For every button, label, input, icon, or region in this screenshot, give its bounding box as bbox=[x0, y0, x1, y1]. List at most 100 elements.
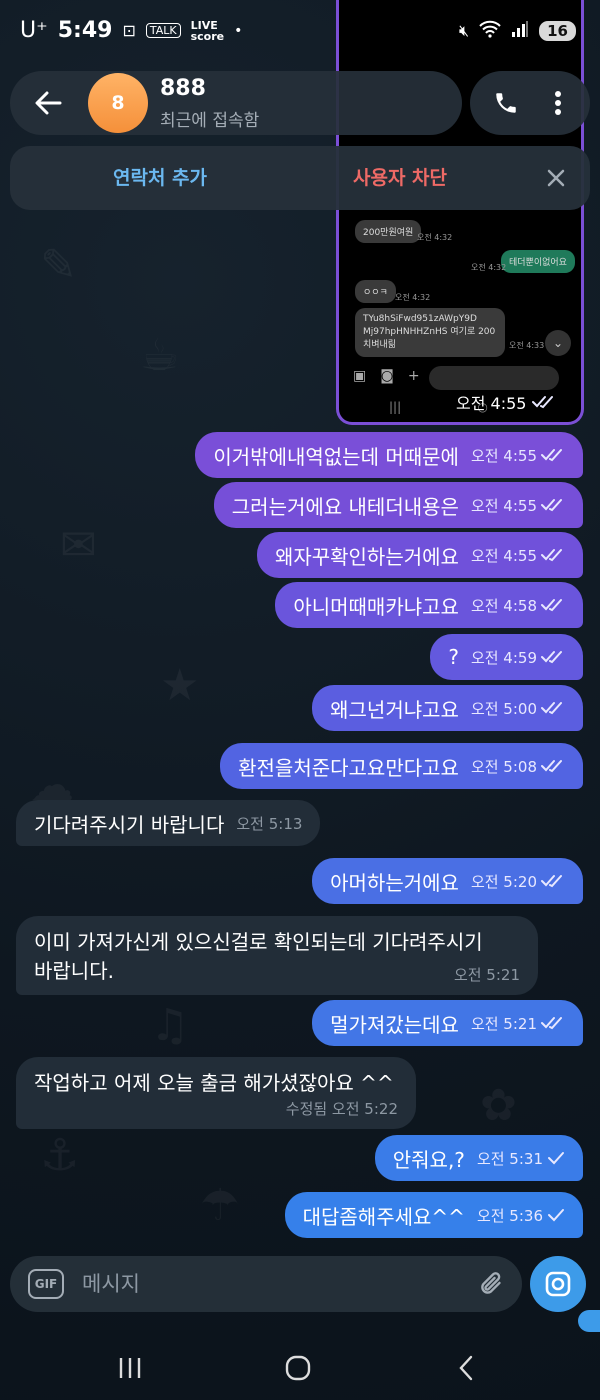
live-label: LIVE bbox=[190, 18, 218, 32]
paperclip-icon bbox=[481, 1272, 501, 1294]
attach-button[interactable] bbox=[472, 1264, 512, 1304]
camera-button[interactable] bbox=[530, 1256, 586, 1312]
outgoing-message[interactable]: 그러는거에요 내테더내용은 오전 4:55 bbox=[213, 482, 583, 528]
check-icon bbox=[547, 1151, 565, 1165]
message-input[interactable] bbox=[82, 1262, 462, 1306]
message-text: 대답좀해주세요^^ bbox=[302, 1204, 465, 1229]
system-nav-bar bbox=[0, 1336, 600, 1400]
message-time: 오전 5:36 bbox=[476, 1206, 543, 1225]
inner-gallery-icon: ▣ bbox=[353, 368, 367, 384]
status-left: U⁺ 5:49 ⊡ TALK LIVE score • bbox=[20, 18, 242, 43]
double-check-icon bbox=[541, 650, 565, 664]
add-contact-button[interactable]: 연락처 추가 bbox=[70, 146, 250, 210]
status-bar: U⁺ 5:49 ⊡ TALK LIVE score • 🔇︎ 16 bbox=[0, 0, 600, 66]
message-meta: 오전 5:21 bbox=[471, 1013, 565, 1034]
doodle-icon: ♫ bbox=[150, 1000, 190, 1051]
inner-time: 오전 4:32 bbox=[471, 263, 507, 272]
outgoing-message[interactable]: 이거밖에내역없는데 머때문에 오전 4:55 bbox=[195, 432, 583, 478]
double-check-icon bbox=[541, 874, 565, 888]
message-time: 오전 4:55 bbox=[470, 446, 537, 465]
chat-title: 888 bbox=[160, 76, 206, 101]
inner-message: 테더뿐이없어요 bbox=[501, 250, 575, 273]
outgoing-message[interactable]: 환전을처준다고요만다고요 오전 5:08 bbox=[220, 743, 583, 789]
message-text: 안줘요,? bbox=[392, 1147, 465, 1172]
contact-action-bar: 연락처 추가 사용자 차단 bbox=[10, 146, 590, 210]
inner-message: 200만원여원 bbox=[355, 220, 422, 243]
close-action-bar-button[interactable] bbox=[536, 158, 576, 198]
message-time: 오전 4:59 bbox=[470, 648, 537, 667]
last-seen-status: 최근에 접속함 bbox=[160, 111, 260, 131]
chat-header[interactable]: 8 888 최근에 접속함 bbox=[10, 71, 462, 135]
incoming-message[interactable]: 이미 가져가신게 있으신걸로 확인되는데 기다려주시기 바랍니다. 오전 5:2… bbox=[16, 916, 538, 995]
doodle-icon: ✎ bbox=[40, 240, 77, 291]
call-button[interactable] bbox=[484, 81, 528, 125]
message-text: 환전을처준다고요만다고요 bbox=[238, 755, 459, 780]
gif-button[interactable]: GIF bbox=[28, 1269, 64, 1299]
doodle-icon: ⚓ bbox=[40, 1130, 80, 1181]
message-time: 오전 5:31 bbox=[476, 1149, 543, 1168]
message-time: 수정됨 오전 5:22 bbox=[285, 1100, 398, 1118]
message-text: 멀가져갔는데요 bbox=[330, 1012, 459, 1037]
inner-time: 오전 4:33 bbox=[509, 341, 545, 350]
floating-edge-badge[interactable] bbox=[578, 1310, 600, 1332]
more-options-button[interactable] bbox=[536, 81, 580, 125]
message-text: 아니머때매카냐고요 bbox=[293, 594, 459, 619]
clock: 5:49 bbox=[57, 18, 113, 43]
recent-apps-icon bbox=[119, 1358, 141, 1378]
live-score-icon: LIVE score bbox=[191, 20, 225, 42]
doodle-icon: ✉ bbox=[60, 520, 97, 571]
message-meta: 오전 5:00 bbox=[471, 698, 565, 719]
message-meta: 오전 5:20 bbox=[471, 871, 565, 892]
double-check-icon bbox=[541, 701, 565, 715]
message-time: 오전 4:55 bbox=[470, 496, 537, 515]
inner-scroll-down-icon: ⌄ bbox=[545, 330, 571, 356]
home-button[interactable] bbox=[268, 1348, 328, 1388]
doodle-icon: ★ bbox=[160, 660, 200, 711]
back-button[interactable] bbox=[24, 79, 72, 127]
outgoing-message[interactable]: 왜자꾸확인하는거에요 오전 4:55 bbox=[256, 532, 583, 578]
outgoing-message[interactable]: 아니머때매카냐고요 오전 4:58 bbox=[275, 582, 583, 628]
message-text: 아머하는거에요 bbox=[330, 870, 459, 895]
back-nav-button[interactable] bbox=[436, 1348, 496, 1388]
message-meta: 오전 4:55 bbox=[471, 495, 565, 516]
outgoing-message[interactable]: 안줘요,? 오전 5:31 bbox=[374, 1135, 583, 1181]
message-time: 오전 4:55 bbox=[470, 546, 537, 565]
outgoing-message[interactable]: 멀가져갔는데요 오전 5:21 bbox=[312, 1000, 583, 1046]
recent-apps-button[interactable] bbox=[100, 1348, 160, 1388]
inner-toolbar: ▣ ◙ + bbox=[353, 368, 420, 384]
message-text: 왜자꾸확인하는거에요 bbox=[274, 544, 459, 569]
outgoing-message[interactable]: 아머하는거에요 오전 5:20 bbox=[312, 858, 583, 904]
double-check-icon bbox=[541, 759, 565, 773]
double-check-icon bbox=[541, 498, 565, 512]
doodle-icon: ☕ bbox=[140, 330, 180, 381]
talk-icon: TALK bbox=[145, 23, 181, 38]
message-time: 오전 5:21 bbox=[470, 1014, 537, 1033]
screenshot-icon: ⊡ bbox=[122, 21, 136, 40]
outgoing-message[interactable]: ? 오전 4:59 bbox=[430, 634, 583, 680]
outgoing-message[interactable]: 왜그넌거냐고요 오전 5:00 bbox=[312, 685, 583, 731]
carrier-label: U⁺ bbox=[20, 18, 48, 43]
double-check-icon bbox=[541, 448, 565, 462]
home-icon bbox=[285, 1355, 311, 1381]
inner-time: 오전 4:32 bbox=[417, 233, 453, 242]
message-time: 오전 5:08 bbox=[470, 757, 537, 776]
score-label: score bbox=[190, 29, 225, 43]
wifi-icon bbox=[479, 20, 501, 42]
message-text: 그러는거에요 내테더내용은 bbox=[231, 494, 459, 519]
avatar[interactable]: 8 bbox=[88, 73, 148, 133]
battery-indicator: 16 bbox=[539, 21, 576, 41]
message-text-line: 이미 가져가신게 있으신걸로 확인되는데 기다려주시기 bbox=[34, 930, 483, 954]
signal-icon bbox=[511, 21, 529, 41]
image-time-label: 오전 4:55 bbox=[456, 394, 527, 413]
block-user-button[interactable]: 사용자 차단 bbox=[320, 146, 480, 210]
notification-dot: • bbox=[234, 22, 243, 39]
message-text: 기다려주시기 바랍니다 bbox=[34, 812, 225, 837]
close-icon bbox=[547, 169, 565, 187]
outgoing-message[interactable]: 대답좀해주세요^^ 오전 5:36 bbox=[284, 1192, 583, 1238]
inner-camera-icon: ◙ bbox=[380, 368, 394, 384]
incoming-message[interactable]: 작업하고 어제 오늘 출금 해가셨잖아요 ^^ 수정됨 오전 5:22 bbox=[16, 1057, 416, 1129]
incoming-message[interactable]: 기다려주시기 바랍니다 오전 5:13 bbox=[16, 800, 321, 846]
double-check-icon bbox=[541, 1016, 565, 1030]
message-text: ? bbox=[448, 645, 459, 669]
inner-time: 오전 4:32 bbox=[395, 293, 431, 302]
